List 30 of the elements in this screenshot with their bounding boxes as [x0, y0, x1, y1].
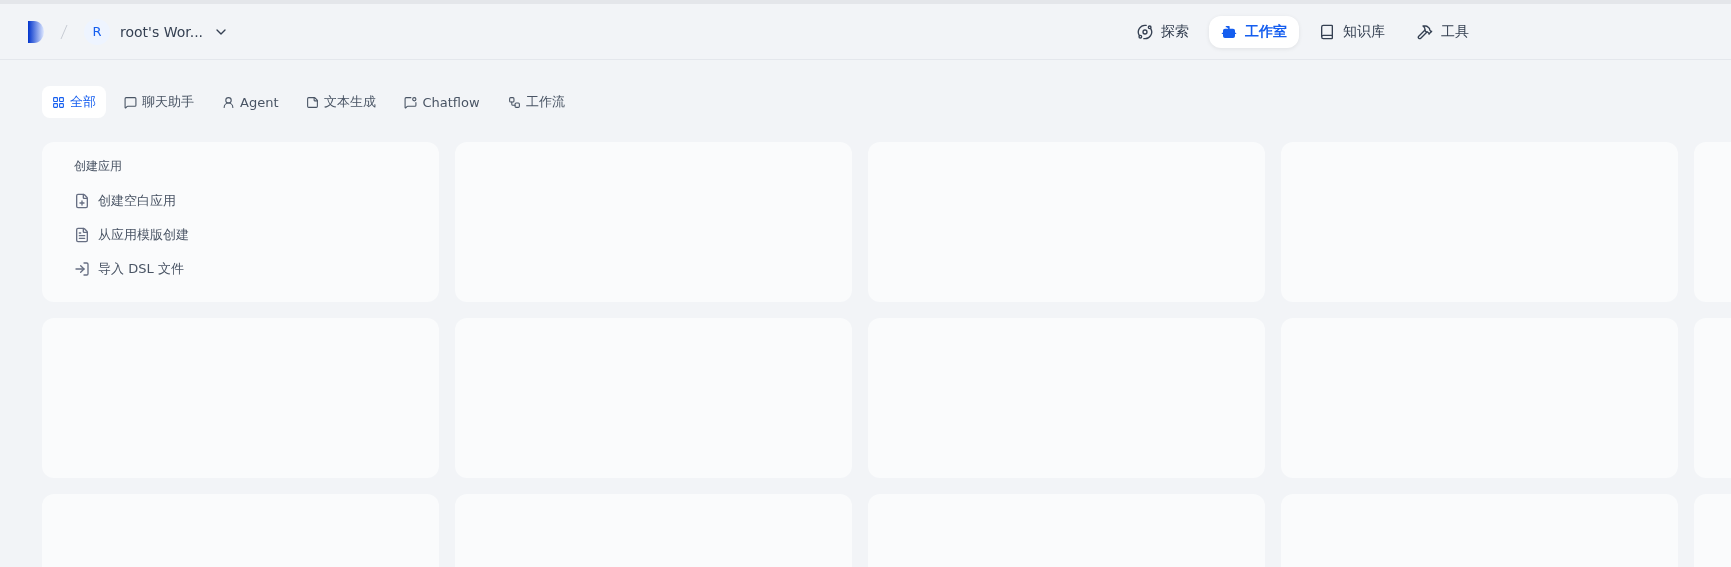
nav-tab[interactable]: 探索 [1125, 15, 1201, 48]
category-tab[interactable]: 文本生成 [296, 86, 387, 118]
person-icon [222, 95, 235, 109]
chat-icon [404, 95, 418, 109]
orbit-icon [1137, 23, 1153, 40]
nav-tab[interactable]: 知识库 [1307, 15, 1397, 48]
import-icon [74, 261, 90, 277]
robot-icon [1221, 23, 1237, 40]
chat-icon [124, 95, 137, 109]
category-tab[interactable]: 聊天助手 [114, 86, 204, 118]
workspace-name[interactable]: root's Wor... [120, 23, 204, 40]
category-tab[interactable]: 全部 [42, 86, 106, 118]
nav-tab[interactable]: 工作室 [1209, 15, 1299, 48]
card-title: 创建应用 [74, 158, 123, 175]
book-icon [1319, 23, 1335, 40]
create-option[interactable]: 从应用模版创建 [74, 221, 407, 249]
nav-tab[interactable]: 工具 [1405, 15, 1481, 48]
create-option[interactable]: 导入 DSL 文件 [74, 255, 407, 283]
file-text-icon [74, 227, 90, 243]
hammer-icon [1417, 23, 1433, 40]
workspace-avatar: R [84, 18, 110, 45]
note-icon [306, 95, 320, 109]
logo-icon[interactable] [28, 20, 44, 43]
grid-icon [52, 95, 65, 109]
category-tab[interactable]: Agent [212, 86, 289, 118]
create-option[interactable]: 创建空白应用 [74, 187, 407, 215]
category-tab[interactable]: Chatflow [394, 86, 490, 118]
category-tab[interactable]: 工作流 [497, 86, 575, 118]
workflow-icon [507, 95, 521, 109]
file-plus-icon [74, 193, 90, 209]
